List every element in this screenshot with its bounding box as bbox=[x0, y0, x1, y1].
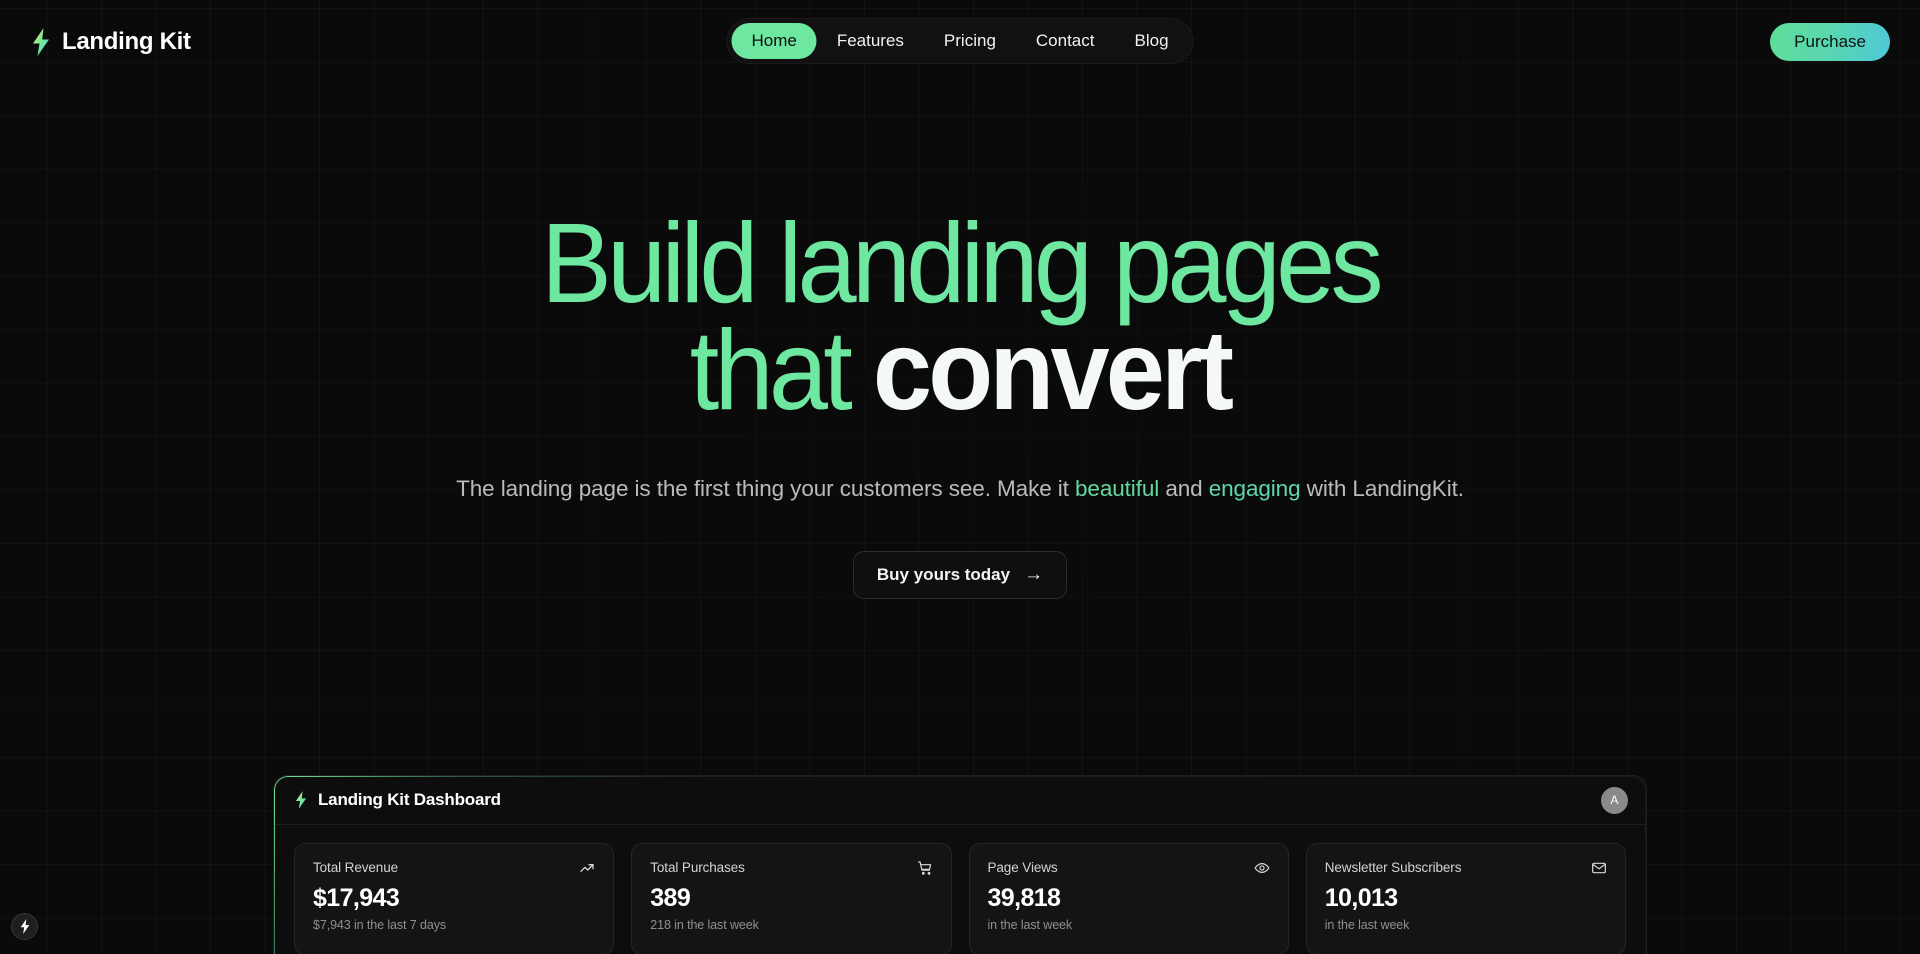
hero-cta-wrapper: Buy yours today → bbox=[0, 550, 1920, 599]
hero-heading-line-2: that convert bbox=[58, 314, 1863, 427]
stat-card-header: Total Purchases bbox=[650, 860, 932, 876]
stat-subtext: in the last week bbox=[987, 918, 1073, 933]
hero-subtitle: The landing page is the first thing your… bbox=[0, 471, 1920, 507]
stat-card-newsletter-subscribers: Newsletter Subscribers 10,013 in the las… bbox=[1305, 843, 1626, 954]
nav-item-blog[interactable]: Blog bbox=[1114, 23, 1188, 59]
hero-subtitle-part-1: The landing page is the first thing your… bbox=[456, 475, 1075, 501]
main-nav: Home Features Pricing Contact Blog bbox=[726, 18, 1194, 64]
trending-up-icon bbox=[580, 864, 594, 872]
stat-value: 39,818 bbox=[987, 884, 1061, 912]
dashboard-card: Landing Kit Dashboard A Total Revenue $1… bbox=[273, 775, 1647, 954]
hero-heading-line-1: Build landing pages bbox=[541, 200, 1384, 326]
stat-value: $17,943 bbox=[313, 884, 400, 912]
stat-label: Total Revenue bbox=[313, 860, 399, 875]
hero-section: Build landing pages that convert The lan… bbox=[0, 0, 1920, 599]
stat-value: 10,013 bbox=[1324, 884, 1398, 912]
stat-card-total-revenue: Total Revenue $17,943 $7,943 in the last… bbox=[294, 843, 615, 954]
stat-card-header: Page Views bbox=[988, 860, 1270, 876]
stat-subtext: $7,943 in the last 7 days bbox=[313, 918, 447, 933]
eye-icon bbox=[1254, 863, 1270, 873]
nav-item-features[interactable]: Features bbox=[817, 23, 924, 59]
nav-item-home[interactable]: Home bbox=[731, 23, 817, 59]
stat-card-total-purchases: Total Purchases 389 218 in the last week bbox=[631, 843, 952, 954]
dashboard-title: Landing Kit Dashboard bbox=[318, 790, 501, 809]
purchase-button[interactable]: Purchase bbox=[1770, 23, 1890, 61]
site-header: Landing Kit Home Features Pricing Contac… bbox=[0, 0, 1920, 84]
brand-name: Landing Kit bbox=[62, 28, 191, 55]
shopping-cart-icon bbox=[917, 861, 931, 875]
stat-label: Page Views bbox=[987, 860, 1058, 875]
hero-subtitle-engaging: engaging bbox=[1208, 475, 1301, 501]
nav-item-contact[interactable]: Contact bbox=[1016, 23, 1115, 59]
hero-subtitle-part-3: with LandingKit. bbox=[1300, 475, 1464, 501]
stat-label: Total Purchases bbox=[650, 860, 745, 875]
avatar[interactable]: A bbox=[1601, 786, 1628, 814]
dashboard-preview-wrapper: Landing Kit Dashboard A Total Revenue $1… bbox=[273, 775, 1647, 954]
stat-subtext: 218 in the last week bbox=[650, 918, 759, 933]
hero-subtitle-beautiful: beautiful bbox=[1075, 475, 1160, 501]
lightning-bolt-icon bbox=[20, 919, 29, 934]
mail-icon bbox=[1592, 862, 1606, 874]
stat-card-header: Newsletter Subscribers bbox=[1325, 860, 1607, 876]
lightning-bolt-icon bbox=[33, 28, 49, 56]
cta-label: Buy yours today bbox=[876, 564, 1011, 584]
arrow-right-icon: → bbox=[1024, 564, 1044, 586]
page-root: Landing Kit Home Features Pricing Contac… bbox=[0, 0, 1920, 954]
stat-label: Newsletter Subscribers bbox=[1324, 860, 1462, 875]
hero-heading-convert: convert bbox=[872, 307, 1234, 434]
dashboard-stats-grid: Total Revenue $17,943 $7,943 in the last… bbox=[274, 825, 1646, 954]
nav-item-pricing[interactable]: Pricing bbox=[924, 23, 1016, 59]
stat-subtext: in the last week bbox=[1324, 918, 1410, 933]
stat-value: 389 bbox=[650, 884, 691, 912]
dashboard-header: Landing Kit Dashboard A bbox=[274, 776, 1646, 825]
hero-heading-that: that bbox=[689, 307, 873, 434]
floating-bolt-button[interactable] bbox=[11, 913, 38, 940]
hero-heading: Build landing pages that convert bbox=[58, 200, 1863, 427]
avatar-initial: A bbox=[1610, 793, 1619, 807]
brand-logo-link[interactable]: Landing Kit bbox=[30, 28, 191, 56]
lightning-bolt-icon bbox=[295, 791, 307, 809]
stat-card-page-views: Page Views 39,818 in the last week bbox=[968, 843, 1289, 954]
hero-subtitle-part-2: and bbox=[1159, 475, 1209, 501]
buy-yours-today-button[interactable]: Buy yours today → bbox=[852, 550, 1068, 599]
stat-card-header: Total Revenue bbox=[313, 860, 595, 876]
